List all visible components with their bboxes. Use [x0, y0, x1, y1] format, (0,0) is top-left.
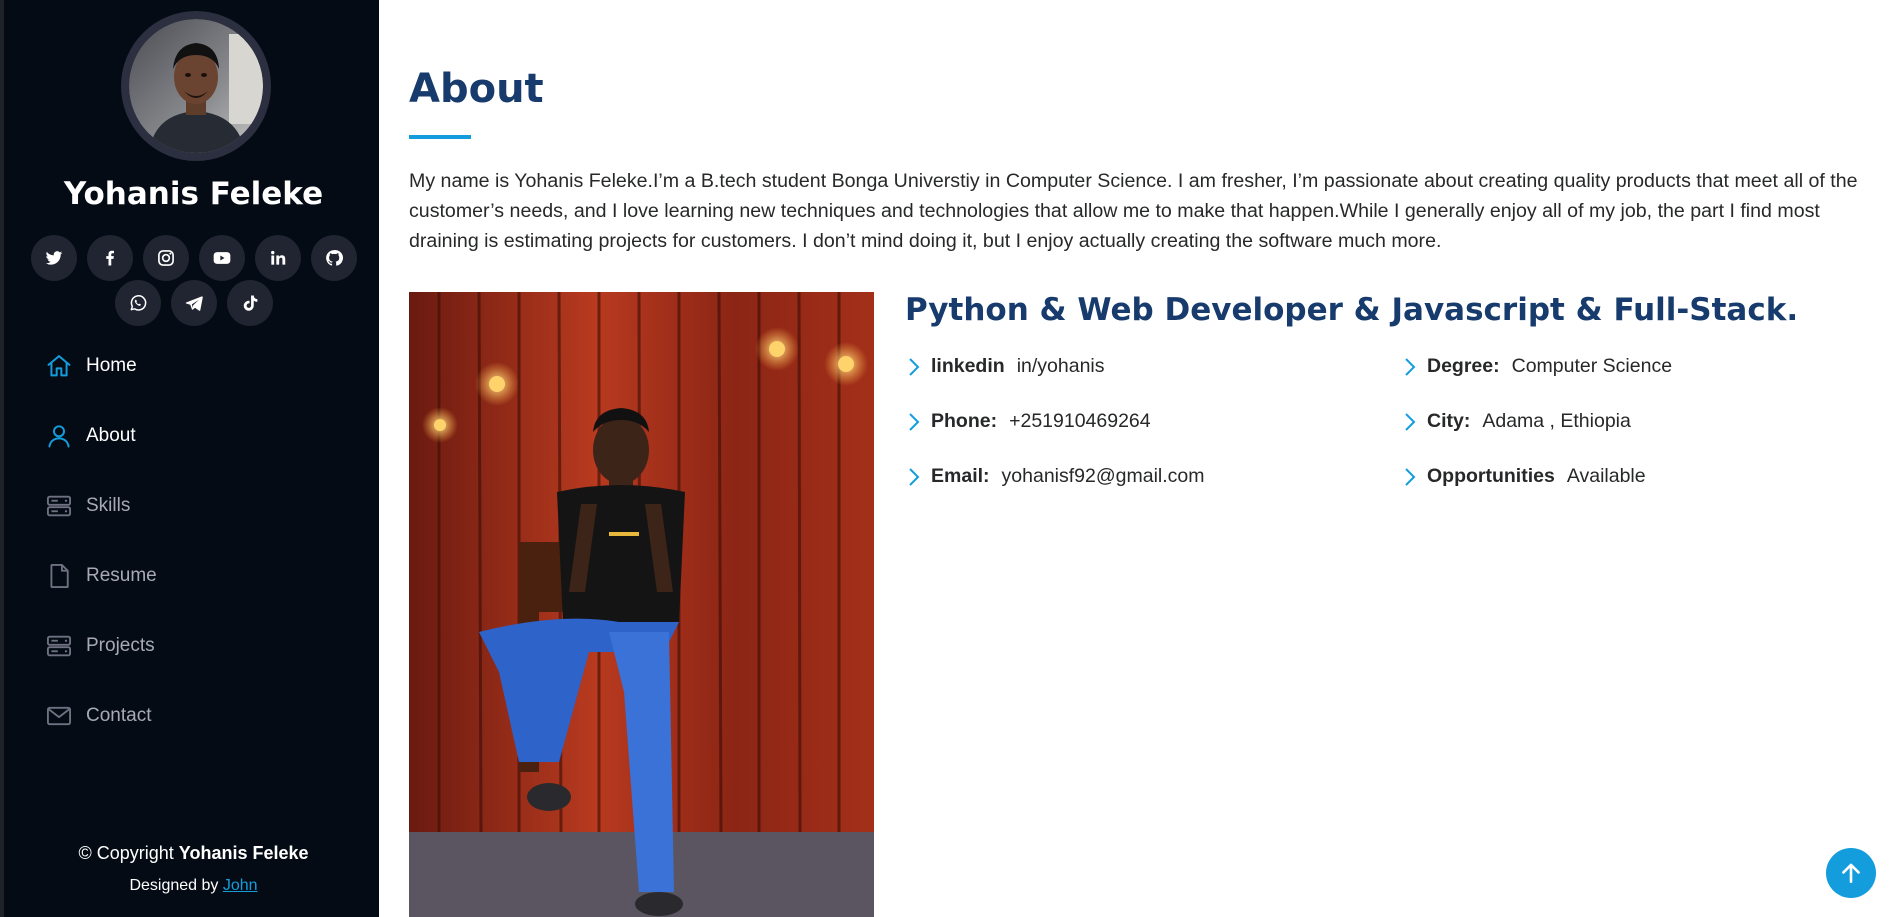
info-phone: Phone: +251910469264: [905, 410, 1151, 433]
copyright: © Copyright Yohanis Feleke: [4, 843, 383, 864]
twitter-link[interactable]: [30, 235, 77, 281]
avatar-photo: [129, 19, 263, 153]
telegram-icon: [185, 296, 203, 311]
nav-item-about[interactable]: About: [44, 416, 136, 456]
linkedin-icon: [270, 250, 285, 265]
info-opportunities: Opportunities Available: [1401, 465, 1646, 488]
instagram-link[interactable]: [142, 235, 189, 281]
nav-label-skills: Skills: [86, 495, 131, 516]
nav-label-resume: Resume: [86, 565, 157, 586]
sidebar: Yohanis Feleke Home About Skills Resume …: [0, 0, 379, 917]
facebook-link[interactable]: [86, 235, 133, 281]
info-city: City: Adama , Ethiopia: [1401, 410, 1631, 433]
info-degree: Degree: Computer Science: [1401, 355, 1672, 378]
role-title: Python & Web Developer & Javascript & Fu…: [905, 292, 1799, 328]
nav-item-projects[interactable]: Projects: [44, 626, 155, 666]
info-value-email: yohanisf92@gmail.com: [1001, 465, 1205, 487]
info-linkedin: linkedin in/yohanis: [905, 355, 1105, 378]
tiktok-icon: [243, 295, 257, 311]
youtube-link[interactable]: [198, 235, 245, 281]
main-content: About My name is Yohanis Feleke.I’m a B.…: [379, 0, 1892, 917]
server-icon: [44, 491, 74, 521]
copyright-prefix: © Copyright: [78, 843, 174, 863]
copyright-name: Yohanis Feleke: [178, 843, 309, 863]
telegram-link[interactable]: [170, 280, 217, 326]
back-to-top-button[interactable]: [1826, 848, 1876, 898]
info-value-phone: +251910469264: [1009, 410, 1151, 432]
nav-item-skills[interactable]: Skills: [44, 486, 130, 526]
tiktok-link[interactable]: [226, 280, 273, 326]
nav-label-about: About: [86, 425, 136, 446]
file-icon: [44, 561, 74, 591]
chevron-right-icon: [1405, 467, 1416, 486]
nav-label-home: Home: [86, 355, 137, 376]
info-email: Email: yohanisf92@gmail.com: [905, 465, 1205, 488]
info-value-linkedin: in/yohanis: [1016, 355, 1105, 377]
home-icon: [44, 351, 74, 381]
info-key-phone: Phone:: [931, 410, 998, 432]
linkedin-link[interactable]: [254, 235, 301, 281]
info-key-opportunities: Opportunities: [1427, 465, 1555, 487]
info-value-degree: Computer Science: [1511, 355, 1673, 377]
about-description: My name is Yohanis Feleke.I’m a B.tech s…: [409, 170, 1858, 252]
chevron-right-icon: [1405, 357, 1416, 376]
nav-label-contact: Contact: [86, 705, 152, 726]
github-icon: [325, 250, 343, 266]
person-icon: [44, 421, 74, 451]
title-underline: [409, 135, 471, 139]
github-link[interactable]: [310, 235, 357, 281]
chevron-right-icon: [1405, 412, 1416, 431]
profile-photo: [409, 292, 874, 917]
arrow-up-icon: [1842, 863, 1860, 883]
whatsapp-link[interactable]: [114, 280, 161, 326]
profile-name: Yohanis Feleke: [63, 176, 324, 212]
info-key-email: Email:: [931, 465, 990, 487]
social-links-row-2: [4, 280, 383, 326]
youtube-icon: [213, 252, 230, 264]
instagram-icon: [157, 250, 174, 266]
info-value-city: Adama , Ethiopia: [1482, 410, 1631, 432]
server-icon: [44, 631, 74, 661]
section-title: About: [409, 66, 544, 112]
info-key-city: City:: [1427, 410, 1471, 432]
nav-item-home[interactable]: Home: [44, 346, 137, 386]
envelope-icon: [44, 701, 74, 731]
twitter-icon: [45, 251, 62, 265]
chevron-right-icon: [909, 357, 920, 376]
avatar: [121, 11, 271, 161]
credits: Designed by John: [4, 877, 383, 895]
nav-label-projects: Projects: [86, 635, 155, 656]
social-links-row-1: [4, 235, 383, 281]
info-key-linkedin: linkedin: [931, 355, 1005, 377]
facebook-icon: [105, 250, 114, 266]
info-value-opportunities: Available: [1566, 465, 1646, 487]
whatsapp-icon: [130, 295, 146, 311]
nav-item-contact[interactable]: Contact: [44, 696, 151, 736]
chevron-right-icon: [909, 467, 920, 486]
designed-by-label: Designed by: [129, 877, 219, 894]
nav-item-resume[interactable]: Resume: [44, 556, 157, 596]
info-key-degree: Degree:: [1427, 355, 1500, 377]
designer-link[interactable]: John: [223, 877, 258, 894]
chevron-right-icon: [909, 412, 920, 431]
